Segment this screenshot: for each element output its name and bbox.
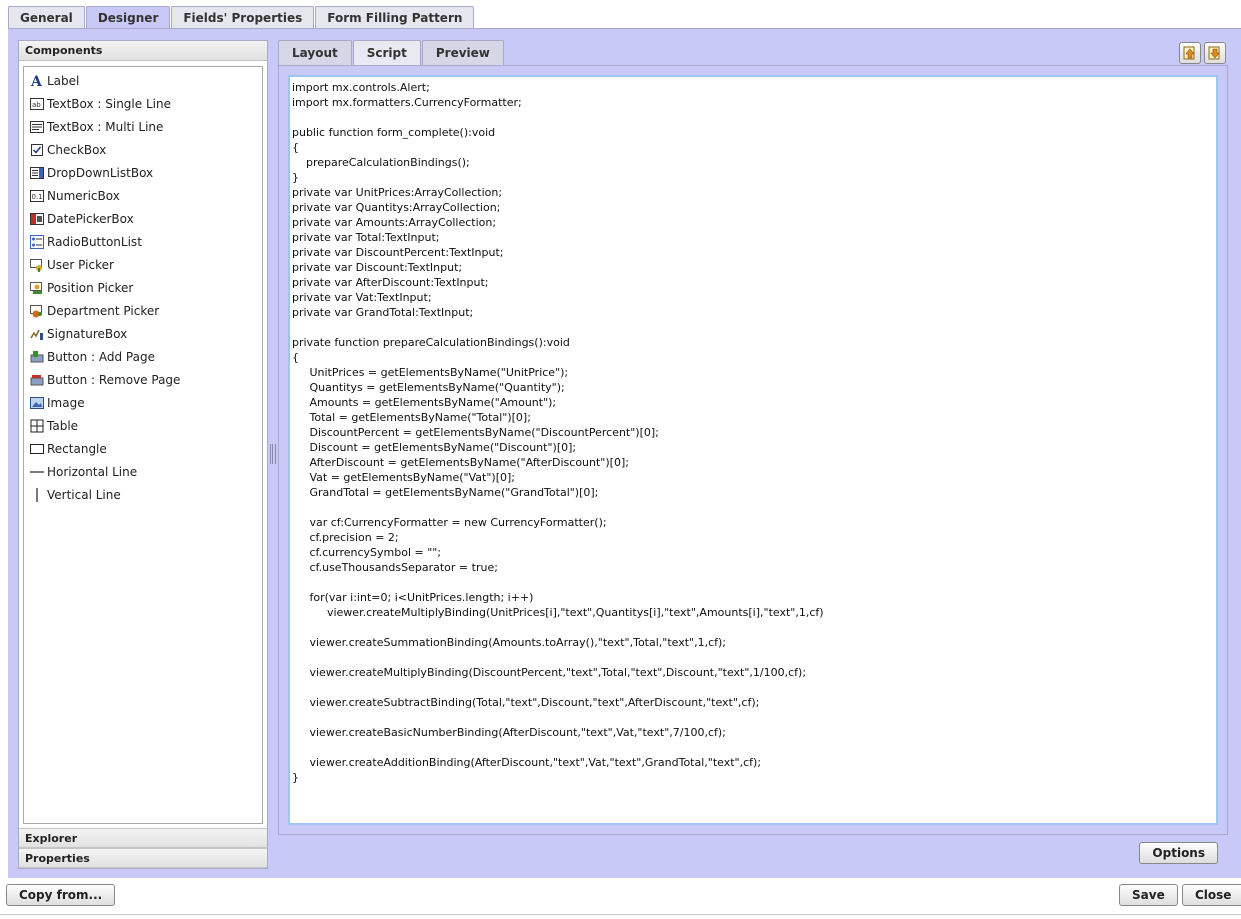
component-table[interactable]: Table <box>24 414 262 437</box>
component-remove-page[interactable]: Button : Remove Page <box>24 368 262 391</box>
component-rectangle[interactable]: Rectangle <box>24 437 262 460</box>
component-signature[interactable]: SignatureBox <box>24 322 262 345</box>
dropdown-icon <box>30 166 44 180</box>
component-label-text: Vertical Line <box>47 487 121 502</box>
script-editor[interactable]: import mx.controls.Alert; import mx.form… <box>288 75 1218 825</box>
import-icon[interactable] <box>1179 42 1201 64</box>
vertical-line-icon <box>30 487 44 502</box>
options-button[interactable]: Options <box>1139 842 1218 864</box>
datepicker-icon <box>30 212 44 226</box>
numeric-icon: 0.1 <box>30 189 44 203</box>
radio-list-icon <box>30 234 44 249</box>
position-picker-icon <box>30 281 44 295</box>
tab-script[interactable]: Script <box>352 40 421 66</box>
component-label[interactable]: A Label <box>24 69 262 92</box>
component-add-page[interactable]: Button : Add Page <box>24 345 262 368</box>
tab-form-filling-pattern[interactable]: Form Filling Pattern <box>315 6 475 29</box>
component-label-text: RadioButtonList <box>47 234 142 249</box>
department-picker-icon <box>30 304 44 318</box>
copy-from-button[interactable]: Copy from... <box>6 884 116 906</box>
component-department-picker[interactable]: Department Picker <box>24 299 262 322</box>
component-label-text: DropDownListBox <box>47 165 154 180</box>
component-vertical-line[interactable]: Vertical Line <box>24 483 262 506</box>
image-icon <box>30 396 44 410</box>
component-label-text: TextBox : Single Line <box>47 96 171 111</box>
component-label-text: Label <box>47 73 80 88</box>
table-icon <box>30 419 44 433</box>
component-label-text: NumericBox <box>47 188 120 203</box>
editor-panel: Layout Script Preview import mx.controls… <box>278 40 1228 869</box>
component-label-text: Rectangle <box>47 441 107 456</box>
textbox-single-icon: ab <box>30 97 44 111</box>
tab-fields-properties[interactable]: Fields' Properties <box>171 6 315 29</box>
tab-preview[interactable]: Preview <box>421 40 504 66</box>
horizontal-line-icon <box>30 465 44 479</box>
component-label-text: Position Picker <box>47 280 134 295</box>
component-checkbox[interactable]: CheckBox <box>24 138 262 161</box>
textbox-multi-icon <box>30 120 44 134</box>
signature-icon <box>30 327 44 341</box>
component-label-text: CheckBox <box>47 142 107 157</box>
label-a-icon: A <box>30 74 44 88</box>
component-radio-list[interactable]: RadioButtonList <box>24 230 262 253</box>
add-page-icon <box>30 350 44 364</box>
script-editor-frame: import mx.controls.Alert; import mx.form… <box>278 65 1228 835</box>
panel-splitter-handle[interactable] <box>270 444 276 464</box>
components-header[interactable]: Components <box>19 41 267 61</box>
components-list: A Label ab TextBox : Single Line TextBox… <box>23 66 263 824</box>
component-label-text: User Picker <box>47 257 114 272</box>
export-icon[interactable] <box>1204 42 1226 64</box>
properties-header[interactable]: Properties <box>19 848 267 868</box>
editor-icon-buttons <box>1179 42 1226 64</box>
rectangle-icon <box>30 442 44 456</box>
component-label-text: Table <box>47 418 79 433</box>
svg-text:A: A <box>30 74 43 88</box>
left-accordion: Components A Label ab TextBox : Single L… <box>18 40 268 869</box>
tab-general[interactable]: General <box>8 6 85 29</box>
component-numeric[interactable]: 0.1 NumericBox <box>24 184 262 207</box>
component-textbox-single[interactable]: ab TextBox : Single Line <box>24 92 262 115</box>
tab-layout[interactable]: Layout <box>278 40 352 66</box>
user-picker-icon <box>30 258 44 272</box>
save-button[interactable]: Save <box>1119 884 1178 906</box>
explorer-header[interactable]: Explorer <box>19 828 267 848</box>
component-label-text: TextBox : Multi Line <box>47 119 164 134</box>
component-label-text: DatePickerBox <box>47 211 134 226</box>
component-image[interactable]: Image <box>24 391 262 414</box>
checkbox-icon <box>30 143 44 157</box>
remove-page-icon <box>30 373 44 387</box>
component-user-picker[interactable]: User Picker <box>24 253 262 276</box>
component-label-text: Button : Remove Page <box>47 372 181 387</box>
component-label-text: Button : Add Page <box>47 349 155 364</box>
component-textbox-multi[interactable]: TextBox : Multi Line <box>24 115 262 138</box>
tab-designer[interactable]: Designer <box>85 6 171 30</box>
svg-text:ab: ab <box>32 101 41 109</box>
component-datepicker[interactable]: DatePickerBox <box>24 207 262 230</box>
svg-text:0.1: 0.1 <box>32 193 43 201</box>
accordion-bottom-headers: Explorer Properties <box>19 828 267 868</box>
close-button[interactable]: Close <box>1182 884 1241 906</box>
editor-tab-bar: Layout Script Preview <box>278 40 505 66</box>
component-horizontal-line[interactable]: Horizontal Line <box>24 460 262 483</box>
script-code[interactable]: import mx.controls.Alert; import mx.form… <box>292 80 1214 785</box>
top-tab-bar: General Designer Fields' Properties Form… <box>8 6 475 30</box>
component-label-text: Horizontal Line <box>47 464 138 479</box>
bottom-divider <box>0 914 1241 915</box>
component-position-picker[interactable]: Position Picker <box>24 276 262 299</box>
component-dropdown[interactable]: DropDownListBox <box>24 161 262 184</box>
component-label-text: Department Picker <box>47 303 160 318</box>
component-label-text: SignatureBox <box>47 326 128 341</box>
designer-panel: Components A Label ab TextBox : Single L… <box>8 28 1241 878</box>
component-label-text: Image <box>47 395 85 410</box>
